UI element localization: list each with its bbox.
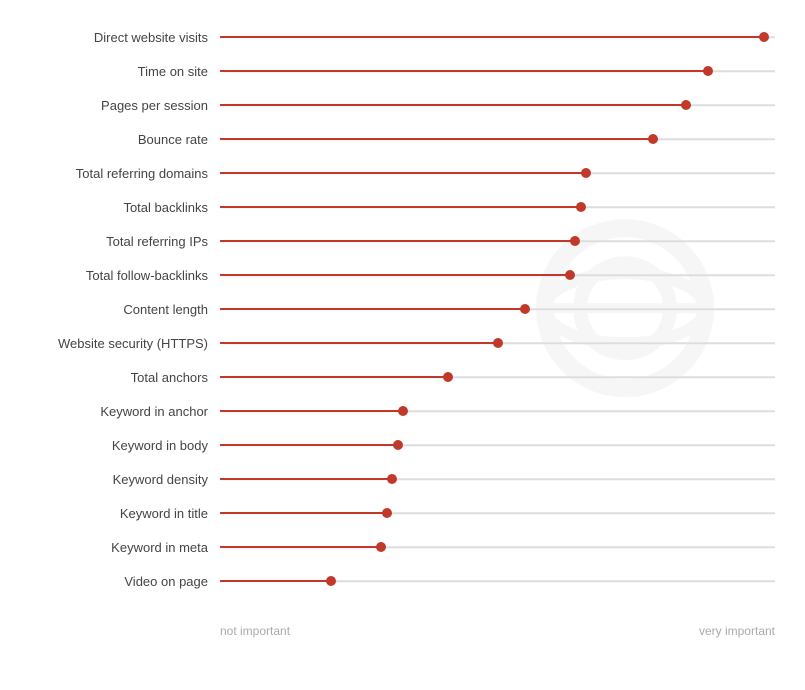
dot [387, 474, 397, 484]
bar-area [220, 394, 775, 428]
bar-line [220, 308, 525, 310]
bar-area [220, 326, 775, 360]
row-label: Website security (HTTPS) [10, 336, 220, 351]
chart-rows: Direct website visits Time on site Pages p… [10, 20, 775, 620]
row-label: Bounce rate [10, 132, 220, 147]
chart-row: Website security (HTTPS) [10, 326, 775, 360]
bar-area [220, 292, 775, 326]
chart-row: Total referring domains [10, 156, 775, 190]
dot [326, 576, 336, 586]
chart-row: Keyword density [10, 462, 775, 496]
dot [393, 440, 403, 450]
bar-area [220, 20, 775, 54]
bar-area [220, 156, 775, 190]
chart-row: Direct website visits [10, 20, 775, 54]
dot [565, 270, 575, 280]
row-label: Total referring domains [10, 166, 220, 181]
dot [520, 304, 530, 314]
bar-line [220, 512, 387, 514]
bar-line [220, 240, 575, 242]
row-label: Keyword in meta [10, 540, 220, 555]
bar-area [220, 530, 775, 564]
dot [443, 372, 453, 382]
bar-area [220, 258, 775, 292]
bar-line [220, 342, 498, 344]
chart-row: Video on page [10, 564, 775, 598]
bar-line [220, 104, 686, 106]
bar-line [220, 274, 570, 276]
row-label: Direct website visits [10, 30, 220, 45]
bar-area [220, 190, 775, 224]
dot [493, 338, 503, 348]
bar-line [220, 410, 403, 412]
bar-line [220, 206, 581, 208]
bar-area [220, 462, 775, 496]
dot [376, 542, 386, 552]
row-label: Time on site [10, 64, 220, 79]
row-label: Keyword in anchor [10, 404, 220, 419]
bar-area [220, 88, 775, 122]
dot [648, 134, 658, 144]
chart-row: Time on site [10, 54, 775, 88]
chart-row: Total anchors [10, 360, 775, 394]
dot [759, 32, 769, 42]
row-label: Total follow-backlinks [10, 268, 220, 283]
dot [398, 406, 408, 416]
chart-row: Keyword in meta [10, 530, 775, 564]
row-label: Total backlinks [10, 200, 220, 215]
chart-row: Keyword in body [10, 428, 775, 462]
row-label: Keyword in body [10, 438, 220, 453]
chart-row: Total backlinks [10, 190, 775, 224]
bar-area [220, 54, 775, 88]
row-label: Content length [10, 302, 220, 317]
bar-line [220, 172, 586, 174]
chart-row: Pages per session [10, 88, 775, 122]
chart-row: Total follow-backlinks [10, 258, 775, 292]
bar-line [220, 138, 653, 140]
row-label: Pages per session [10, 98, 220, 113]
row-label: Keyword in title [10, 506, 220, 521]
dot [681, 100, 691, 110]
dot [703, 66, 713, 76]
x-axis-labels: not important very important [10, 624, 775, 638]
chart-container: Direct website visits Time on site Pages p… [0, 0, 805, 690]
chart-row: Total referring IPs [10, 224, 775, 258]
bar-area [220, 122, 775, 156]
row-label: Video on page [10, 574, 220, 589]
bar-area [220, 428, 775, 462]
x-label-left: not important [220, 624, 290, 638]
bar-line [220, 546, 381, 548]
x-label-right: very important [699, 624, 775, 638]
bar-area [220, 496, 775, 530]
chart-row: Keyword in anchor [10, 394, 775, 428]
dot [576, 202, 586, 212]
row-label: Total anchors [10, 370, 220, 385]
dot [581, 168, 591, 178]
bar-area [220, 224, 775, 258]
bar-area [220, 360, 775, 394]
bar-line [220, 36, 764, 38]
bar-line [220, 580, 331, 582]
chart-row: Keyword in title [10, 496, 775, 530]
chart-row: Content length [10, 292, 775, 326]
row-label: Keyword density [10, 472, 220, 487]
dot [570, 236, 580, 246]
bar-line [220, 478, 392, 480]
bar-line [220, 70, 708, 72]
bar-area [220, 564, 775, 598]
bar-line [220, 376, 448, 378]
bar-line [220, 444, 398, 446]
dot [382, 508, 392, 518]
row-label: Total referring IPs [10, 234, 220, 249]
chart-row: Bounce rate [10, 122, 775, 156]
